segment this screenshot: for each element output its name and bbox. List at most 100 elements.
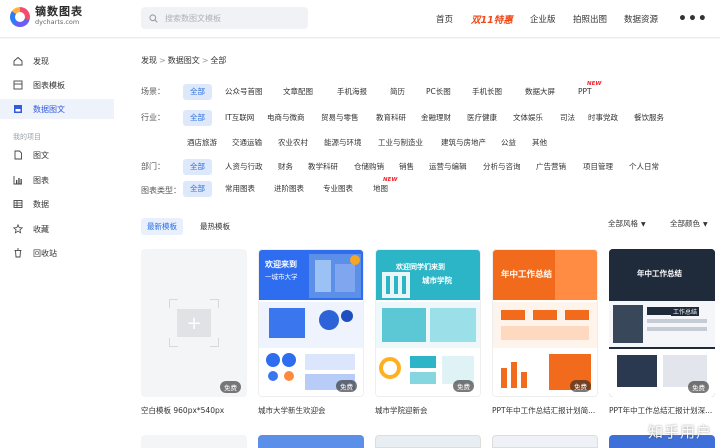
industry-chip[interactable]: 交通运输 <box>232 135 262 151</box>
template-card-title[interactable]: 空白模板 960px*540px <box>141 405 251 416</box>
sidebar-item-label: 发现 <box>33 56 49 66</box>
sidebar-item-discover[interactable]: 发现 <box>0 51 114 71</box>
department-chip[interactable]: 运营与编辑 <box>429 159 467 175</box>
template-card-next[interactable] <box>492 435 598 448</box>
department-chip[interactable]: 广告营销 <box>536 159 566 175</box>
template-card-ppt-summary-orange[interactable]: 年中工作总结 免费 <box>492 249 598 397</box>
industry-chip[interactable]: 工业与制造业 <box>378 135 423 151</box>
industry-chip[interactable]: 文体娱乐 <box>513 110 543 126</box>
scene-chip[interactable]: 简历 <box>390 84 405 100</box>
chart-type-chip[interactable]: 进阶图表 <box>274 181 304 197</box>
breadcrumb-discover[interactable]: 发现 <box>141 56 157 65</box>
template-card-title[interactable]: 城市学院迎新会 <box>375 405 485 416</box>
industry-chip[interactable]: 餐饮服务 <box>634 110 664 126</box>
industry-chip[interactable]: 公益 <box>501 135 516 151</box>
scene-chip[interactable]: 文章配图 <box>283 84 313 100</box>
template-card-city-college[interactable]: 欢迎同学们来到 城市学院 免费 <box>375 249 481 397</box>
template-card-city-university[interactable]: 欢迎来到 一城市大学 免费 <box>258 249 364 397</box>
card-cover-subtitle: 城市学院 <box>422 276 452 285</box>
filter-label-industry: 行业： <box>141 113 165 122</box>
industry-chip[interactable]: 司法 <box>560 110 575 126</box>
sidebar-item-charts[interactable]: 图表 <box>0 170 114 190</box>
nav-promo[interactable]: 双11特惠 <box>471 0 513 38</box>
tab-latest-templates[interactable]: 最新模板 <box>141 218 183 235</box>
template-card-next[interactable] <box>258 435 364 448</box>
sidebar-item-docs[interactable]: 图文 <box>0 145 114 165</box>
tab-hottest-templates[interactable]: 最热模板 <box>200 218 230 235</box>
department-chip[interactable]: 分析与咨询 <box>483 159 521 175</box>
card-cover-subtitle: 工作总结 <box>671 307 700 316</box>
more-menu-icon[interactable]: ••• <box>678 0 708 38</box>
template-card-title[interactable]: 城市大学新生欢迎会 <box>258 405 368 416</box>
industry-chip[interactable]: 农业农村 <box>278 135 308 151</box>
industry-chip[interactable]: 其他 <box>532 135 547 151</box>
scene-chip[interactable]: 数据大屏 <box>525 84 555 100</box>
table-icon <box>13 200 23 208</box>
filter-label-chart-type: 图表类型： <box>141 186 181 195</box>
department-chip[interactable]: 仓储购销 <box>354 159 384 175</box>
new-badge: NEW <box>587 81 602 87</box>
department-chip[interactable]: 个人日常 <box>629 159 659 175</box>
sidebar-item-trash[interactable]: 回收站 <box>0 243 114 263</box>
sidebar-item-data[interactable]: 数据 <box>0 194 114 214</box>
nav-photo-chart[interactable]: 拍照出图 <box>573 0 607 38</box>
sidebar-item-favorites[interactable]: 收藏 <box>0 219 114 239</box>
scene-chip[interactable]: PC长图 <box>426 84 451 100</box>
industry-chip[interactable]: IT互联网 <box>225 110 254 126</box>
scene-chip[interactable]: 公众号首图 <box>225 84 263 100</box>
logo[interactable]: 镝数图表 dycharts.com <box>10 6 83 27</box>
industry-chip-all[interactable]: 全部 <box>183 110 212 126</box>
industry-chip[interactable]: 酒店旅游 <box>187 135 217 151</box>
breadcrumb-infographics[interactable]: 数据图文 <box>168 56 200 65</box>
sidebar-item-label: 收藏 <box>33 224 49 234</box>
sidebar-item-label: 图文 <box>33 150 49 160</box>
nav-enterprise[interactable]: 企业版 <box>530 0 556 38</box>
department-chip[interactable]: 项目管理 <box>583 159 613 175</box>
department-chip[interactable]: 财务 <box>278 159 293 175</box>
logo-name: 镝数图表 <box>35 5 83 18</box>
color-dropdown[interactable]: 全部颜色 ▼ <box>670 218 708 229</box>
industry-chip[interactable]: 教育科研 <box>376 110 406 126</box>
department-chip[interactable]: 销售 <box>399 159 414 175</box>
style-dropdown[interactable]: 全部风格 ▼ <box>608 218 646 229</box>
template-card-next[interactable] <box>141 435 247 448</box>
industry-chip[interactable]: 电商与微商 <box>267 110 305 126</box>
department-chip[interactable]: 教学科研 <box>308 159 338 175</box>
industry-chip[interactable]: 金融理财 <box>421 110 451 126</box>
industry-chip[interactable]: 贸易与零售 <box>321 110 359 126</box>
template-card-title[interactable]: PPT年中工作总结汇报计划简... <box>492 405 602 416</box>
chart-type-chip[interactable]: 专业图表 <box>323 181 353 197</box>
sidebar-item-label: 图表 <box>33 175 49 185</box>
industry-chip[interactable]: 能源与环境 <box>324 135 362 151</box>
department-chip[interactable]: 人资与行政 <box>225 159 263 175</box>
card-cover-subtitle: 一城市大学 <box>265 273 298 281</box>
nav-home[interactable]: 首页 <box>436 0 453 38</box>
scene-chip[interactable]: 手机长图 <box>472 84 502 100</box>
department-chip-all[interactable]: 全部 <box>183 159 212 175</box>
scene-chip[interactable]: 手机海报 <box>337 84 367 100</box>
scene-chip-all[interactable]: 全部 <box>183 84 212 100</box>
watermark-text: 知乎用户 <box>647 423 712 441</box>
chart-type-chip-map[interactable]: 地图 <box>373 181 388 197</box>
sidebar-item-label: 图表模板 <box>33 80 65 90</box>
sidebar-item-infographics[interactable]: 数据图文 <box>0 99 114 119</box>
template-card-title[interactable]: PPT年中工作总结汇报计划深... <box>609 405 719 416</box>
plus-icon: + <box>177 309 211 337</box>
main-content: 发现 > 数据图文 > 全部 场景： 全部 公众号首图 文章配图 手机海报 简历 PC长… <box>114 39 720 448</box>
search-input[interactable]: 搜索数图文模板 <box>141 7 308 29</box>
search-icon <box>149 13 158 23</box>
nav-data-resources[interactable]: 数据资源 <box>624 0 658 38</box>
chart-type-chip[interactable]: 常用图表 <box>225 181 255 197</box>
template-card-blank[interactable]: + 免费 <box>141 249 247 397</box>
card-cover-title: 欢迎来到 <box>265 260 297 269</box>
sidebar-item-chart-templates[interactable]: 图表模板 <box>0 75 114 95</box>
breadcrumb-separator: > <box>159 56 166 65</box>
industry-chip[interactable]: 时事党政 <box>588 110 618 126</box>
industry-chip[interactable]: 建筑与房地产 <box>441 135 486 151</box>
template-card-next[interactable] <box>375 435 481 448</box>
industry-chip[interactable]: 医疗健康 <box>467 110 497 126</box>
free-badge: 免费 <box>453 380 474 392</box>
trash-icon <box>14 248 22 258</box>
chart-type-chip-all[interactable]: 全部 <box>183 181 212 197</box>
template-card-ppt-summary-dark[interactable]: 年中工作总结 工作总结 免费 <box>609 249 715 397</box>
